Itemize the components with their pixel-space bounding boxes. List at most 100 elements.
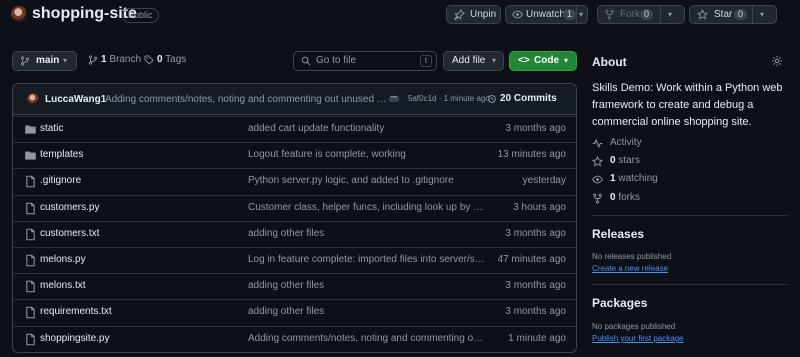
- file-commit-date: 3 months ago: [505, 227, 566, 239]
- file-icon: [26, 307, 35, 319]
- file-name[interactable]: melons.txt: [40, 280, 86, 291]
- activity-icon: [592, 138, 603, 149]
- file-name[interactable]: templates: [40, 149, 83, 160]
- file-row[interactable]: templates Logout feature is complete, wor…: [13, 142, 576, 168]
- branch-icon: [88, 55, 98, 65]
- star-icon: [697, 9, 708, 20]
- gear-icon[interactable]: [771, 55, 783, 67]
- activity-label: Activity: [610, 137, 642, 148]
- forks-label: forks: [618, 192, 641, 203]
- unpin-button[interactable]: Unpin: [446, 5, 501, 24]
- stars-label: stars: [618, 155, 641, 166]
- file-commit-message[interactable]: adding other files: [248, 306, 486, 317]
- file-commit-date: 3 months ago: [505, 306, 566, 318]
- branch-name: main: [36, 55, 60, 66]
- repo-header: shopping-site Public Unpin Unwatch 1 ▾ F…: [0, 0, 800, 32]
- watching-count: 1: [610, 173, 616, 184]
- file-commit-message[interactable]: Customer class, helper funcs, including …: [248, 202, 486, 213]
- watch-label: Unwatch: [526, 9, 565, 20]
- file-row[interactable]: melons.txt adding other files 3 months ago: [13, 273, 576, 299]
- code-icon: <>: [518, 55, 530, 66]
- file-commit-message[interactable]: added cart update functionality: [248, 123, 486, 134]
- file-commit-message[interactable]: Python server.py logic, and added to .gi…: [248, 175, 486, 186]
- tags-count: 0: [157, 54, 163, 65]
- folder-icon: [25, 125, 36, 134]
- file-commit-date: 3 months ago: [505, 123, 566, 134]
- branch-selector[interactable]: main ▾: [12, 51, 77, 71]
- packages-heading[interactable]: Packages: [592, 296, 647, 310]
- file-row[interactable]: .gitignore Python server.py logic, and ad…: [13, 168, 576, 194]
- watch-button[interactable]: Unwatch 1 ▾: [505, 5, 588, 24]
- about-description: Skills Demo: Work within a Python web fr…: [592, 82, 783, 128]
- chevron-down-icon: ▾: [492, 56, 497, 65]
- star-label: Star: [714, 9, 733, 20]
- add-file-button[interactable]: Add file ▾: [443, 51, 504, 71]
- file-row[interactable]: static added cart update functionality 3 m…: [13, 116, 576, 142]
- file-name[interactable]: static: [40, 123, 63, 134]
- file-name[interactable]: customers.txt: [40, 228, 99, 239]
- visibility-badge: Public: [122, 8, 159, 23]
- fork-button[interactable]: Fork 0 ▾: [597, 5, 685, 24]
- commit-details-toggle[interactable]: •••: [389, 95, 399, 102]
- tag-icon: [144, 55, 154, 65]
- create-release-link[interactable]: Create a new release: [592, 264, 668, 273]
- file-row[interactable]: requirements.txt adding other files 3 mont…: [13, 299, 576, 325]
- watch-count: 1: [563, 9, 577, 20]
- file-icon: [26, 202, 35, 214]
- file-name[interactable]: customers.py: [40, 202, 99, 213]
- tags-label: Tags: [165, 54, 187, 65]
- go-to-file-input[interactable]: Go to file t: [293, 51, 437, 71]
- star-button[interactable]: Star 0 ▾: [689, 5, 777, 24]
- owner-avatar[interactable]: [11, 6, 27, 22]
- search-placeholder: Go to file: [316, 55, 357, 66]
- file-commit-message[interactable]: adding other files: [248, 228, 486, 239]
- pin-icon: [454, 9, 465, 20]
- releases-heading[interactable]: Releases: [592, 227, 644, 241]
- file-icon: [26, 333, 35, 345]
- search-icon: [301, 56, 311, 66]
- commit-author[interactable]: LuccaWang1: [45, 94, 106, 105]
- file-icon: [26, 176, 35, 188]
- forks-count: 0: [610, 192, 616, 203]
- file-icon: [26, 280, 35, 293]
- chevron-down-icon[interactable]: ▾: [760, 6, 764, 23]
- about-heading: About: [592, 55, 627, 69]
- file-row[interactable]: melons.py Log in feature complete: import…: [13, 247, 576, 273]
- file-commit-message[interactable]: Logout feature is complete, working: [248, 149, 486, 160]
- file-commit-message[interactable]: Adding comments/notes, noting and commen…: [248, 333, 486, 344]
- commit-count-label: Commits: [513, 93, 557, 104]
- file-name[interactable]: .gitignore: [40, 175, 81, 186]
- sidebar-divider: [592, 215, 788, 216]
- file-commit-message[interactable]: adding other files: [248, 280, 486, 291]
- eye-icon: [592, 175, 603, 184]
- history-icon: [487, 95, 496, 103]
- file-row[interactable]: shoppingsite.py Adding comments/notes, no…: [13, 325, 576, 352]
- chevron-down-icon[interactable]: ▾: [579, 6, 583, 23]
- publish-package-link[interactable]: Publish your first package: [592, 334, 684, 343]
- file-commit-date: 1 minute ago: [508, 332, 566, 344]
- file-name[interactable]: shoppingsite.py: [40, 333, 110, 344]
- star-icon: [592, 156, 603, 167]
- commit-count: 20: [500, 93, 512, 104]
- commit-message[interactable]: Adding comments/notes, noting and commen…: [105, 94, 390, 105]
- code-button[interactable]: <> Code ▾: [509, 51, 577, 71]
- stars-count: 0: [610, 155, 616, 166]
- code-label: Code: [534, 55, 559, 66]
- file-commit-message[interactable]: Log in feature complete: imported files …: [248, 254, 486, 265]
- chevron-down-icon[interactable]: ▾: [668, 6, 672, 23]
- author-avatar[interactable]: [27, 93, 39, 105]
- file-commit-date: yesterday: [522, 175, 566, 187]
- file-name[interactable]: requirements.txt: [40, 306, 112, 317]
- file-commit-date: 47 minutes ago: [497, 254, 566, 265]
- file-name[interactable]: melons.py: [40, 254, 86, 265]
- folder-icon: [25, 151, 36, 160]
- file-commit-date: 13 minutes ago: [497, 149, 566, 161]
- unpin-label: Unpin: [470, 9, 497, 20]
- file-row[interactable]: customers.py Customer class, helper funcs…: [13, 194, 576, 221]
- file-browser: LuccaWang1 Adding comments/notes, noting…: [12, 83, 577, 353]
- branches-label: Branch: [109, 54, 142, 65]
- commit-sha-time[interactable]: 5af0c1d · 1 minute ago: [408, 94, 490, 103]
- commit-history-link[interactable]: 20 Commits: [487, 93, 557, 104]
- sidebar-divider: [592, 284, 788, 285]
- file-row[interactable]: customers.txt adding other files 3 months …: [13, 220, 576, 247]
